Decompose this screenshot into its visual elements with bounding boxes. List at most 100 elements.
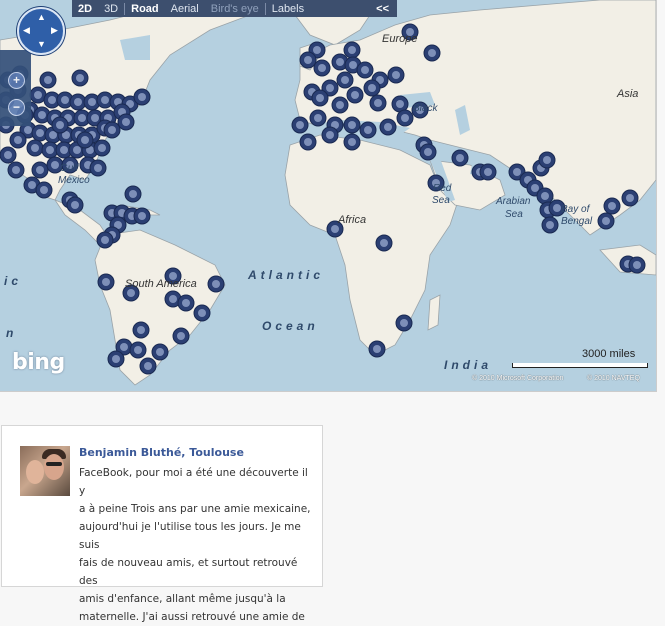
pacific-label-fragment: ic: [4, 274, 23, 288]
pan-down-icon[interactable]: ▼: [37, 40, 46, 49]
arabian-sea-label: Arabian: [496, 196, 531, 207]
map-marker-center: [120, 343, 128, 351]
pan-right-icon[interactable]: ▶: [51, 26, 58, 35]
europe-label: Europe: [382, 33, 418, 45]
map-marker-center: [12, 166, 20, 174]
map-mode-3d[interactable]: 3D: [98, 3, 124, 15]
pan-left-icon[interactable]: ◀: [23, 26, 30, 35]
map-marker-center: [296, 121, 304, 129]
map-marker-center: [380, 239, 388, 247]
map-marker-center: [602, 217, 610, 225]
map-marker-center: [336, 101, 344, 109]
map-marker-center: [102, 278, 110, 286]
map-marker-center: [541, 192, 549, 200]
map-marker-center: [400, 319, 408, 327]
map-marker-center: [71, 201, 79, 209]
map-mode-road[interactable]: Road: [125, 3, 165, 15]
map-marker-center: [74, 98, 82, 106]
map-marker-center: [384, 123, 392, 131]
map-marker-center: [513, 168, 521, 176]
testimonial-line: FaceBook, pour moi a été une découverte …: [79, 467, 308, 497]
map-marker-center: [73, 146, 81, 154]
asia-label: Asia: [617, 88, 639, 100]
map-marker-center: [101, 96, 109, 104]
map-marker-center: [138, 93, 146, 101]
map-marker-center: [44, 76, 52, 84]
bing-logo: bing: [12, 350, 65, 375]
map-marker-center: [316, 94, 324, 102]
atlantic-label: Atlantic: [248, 268, 325, 282]
map-marker-center: [48, 96, 56, 104]
map-marker-center: [134, 346, 142, 354]
map-marker-center: [46, 146, 54, 154]
testimonial-line: aujourd'hui je l'utilise tous les jours.…: [79, 521, 301, 551]
map-mode-labels[interactable]: Labels: [266, 3, 310, 15]
map-marker-center: [428, 49, 436, 57]
map-marker-center: [4, 151, 12, 159]
map-marker-center: [484, 168, 492, 176]
mexico-label: Mexico: [58, 175, 90, 186]
zoom-out-button[interactable]: −: [8, 99, 25, 116]
map-marker-center: [424, 148, 432, 156]
map-marker-center: [108, 126, 116, 134]
map-marker-center: [553, 204, 561, 212]
map-marker-center: [313, 46, 321, 54]
world-map[interactable]: Atlantic Ocean India Europe Asia Africa …: [0, 0, 657, 392]
map-marker-center: [396, 100, 404, 108]
testimonial-line: fais de nouveau amis, et surtout retrouv…: [79, 557, 298, 587]
map-marker-center: [368, 84, 376, 92]
scale-bar: [512, 363, 648, 368]
copyright-microsoft: © 2010 Microsoft Corporation: [472, 375, 564, 382]
map-marker-center: [608, 202, 616, 210]
map-marker-center: [78, 114, 86, 122]
compass-pan-control[interactable]: ▲ ▼ ◀ ▶: [17, 7, 65, 55]
map-marker-center: [36, 129, 44, 137]
map-mode-bird-s-eye: Bird's eye: [210, 2, 259, 15]
map-marker-center: [401, 114, 409, 122]
map-marker-center: [349, 61, 357, 69]
map-marker-center: [56, 121, 64, 129]
avatar[interactable]: [20, 446, 70, 496]
author-name[interactable]: Benjamin Bluthé, Toulouse: [79, 446, 244, 459]
map-marker-center: [177, 332, 185, 340]
map-marker-center: [94, 164, 102, 172]
map-marker-center: [326, 84, 334, 92]
south-america-label: South America: [125, 278, 197, 290]
map-marker-center: [40, 186, 48, 194]
map-marker-center: [61, 96, 69, 104]
map-mode-aerial[interactable]: Aerial: [165, 3, 205, 15]
map-marker-center: [14, 136, 22, 144]
gulf-label: Gulf: [60, 163, 79, 174]
map-marker-center: [101, 236, 109, 244]
map-marker-center: [81, 136, 89, 144]
testimonial-line: amis d'enfance, allant même jusqu'à la: [79, 593, 286, 605]
pan-up-icon[interactable]: ▲: [37, 13, 46, 22]
map-marker-center: [129, 190, 137, 198]
testimonial-card: Benjamin Bluthé, Toulouse FaceBook, pour…: [1, 425, 323, 623]
map-marker-center: [361, 66, 369, 74]
india-label: India: [444, 358, 493, 372]
africa-label: Africa: [338, 214, 367, 226]
map-marker-center: [36, 166, 44, 174]
red-sea-label: Red: [433, 183, 452, 194]
map-marker-center: [456, 154, 464, 162]
map-marker-center: [348, 46, 356, 54]
testimonial-text: FaceBook, pour moi a été une découverte …: [79, 464, 311, 626]
map-marker-center: [98, 144, 106, 152]
map-marker-center: [336, 58, 344, 66]
toolbar-collapse-button[interactable]: <<: [368, 3, 397, 15]
ocean-label: Ocean: [262, 319, 319, 333]
map-marker-center: [531, 184, 539, 192]
map-toolbar: 2D 3D Road Aerial Bird's eye Labels <<: [72, 0, 397, 17]
bay-of-bengal-label-2: Bengal: [561, 216, 593, 227]
zoom-in-button[interactable]: +: [8, 72, 25, 89]
arabian-sea-label-2: Sea: [505, 209, 523, 220]
bay-of-bengal-label: Bay of: [561, 204, 590, 215]
black-sea-label: Black: [413, 103, 438, 114]
copyright-navteq: © 2010 NAVTEQ: [587, 375, 640, 382]
map-marker-center: [31, 144, 39, 152]
map-marker-center: [28, 181, 36, 189]
map-mode-2d[interactable]: 2D: [72, 3, 98, 15]
map-marker-center: [546, 221, 554, 229]
map-marker-center: [331, 225, 339, 233]
